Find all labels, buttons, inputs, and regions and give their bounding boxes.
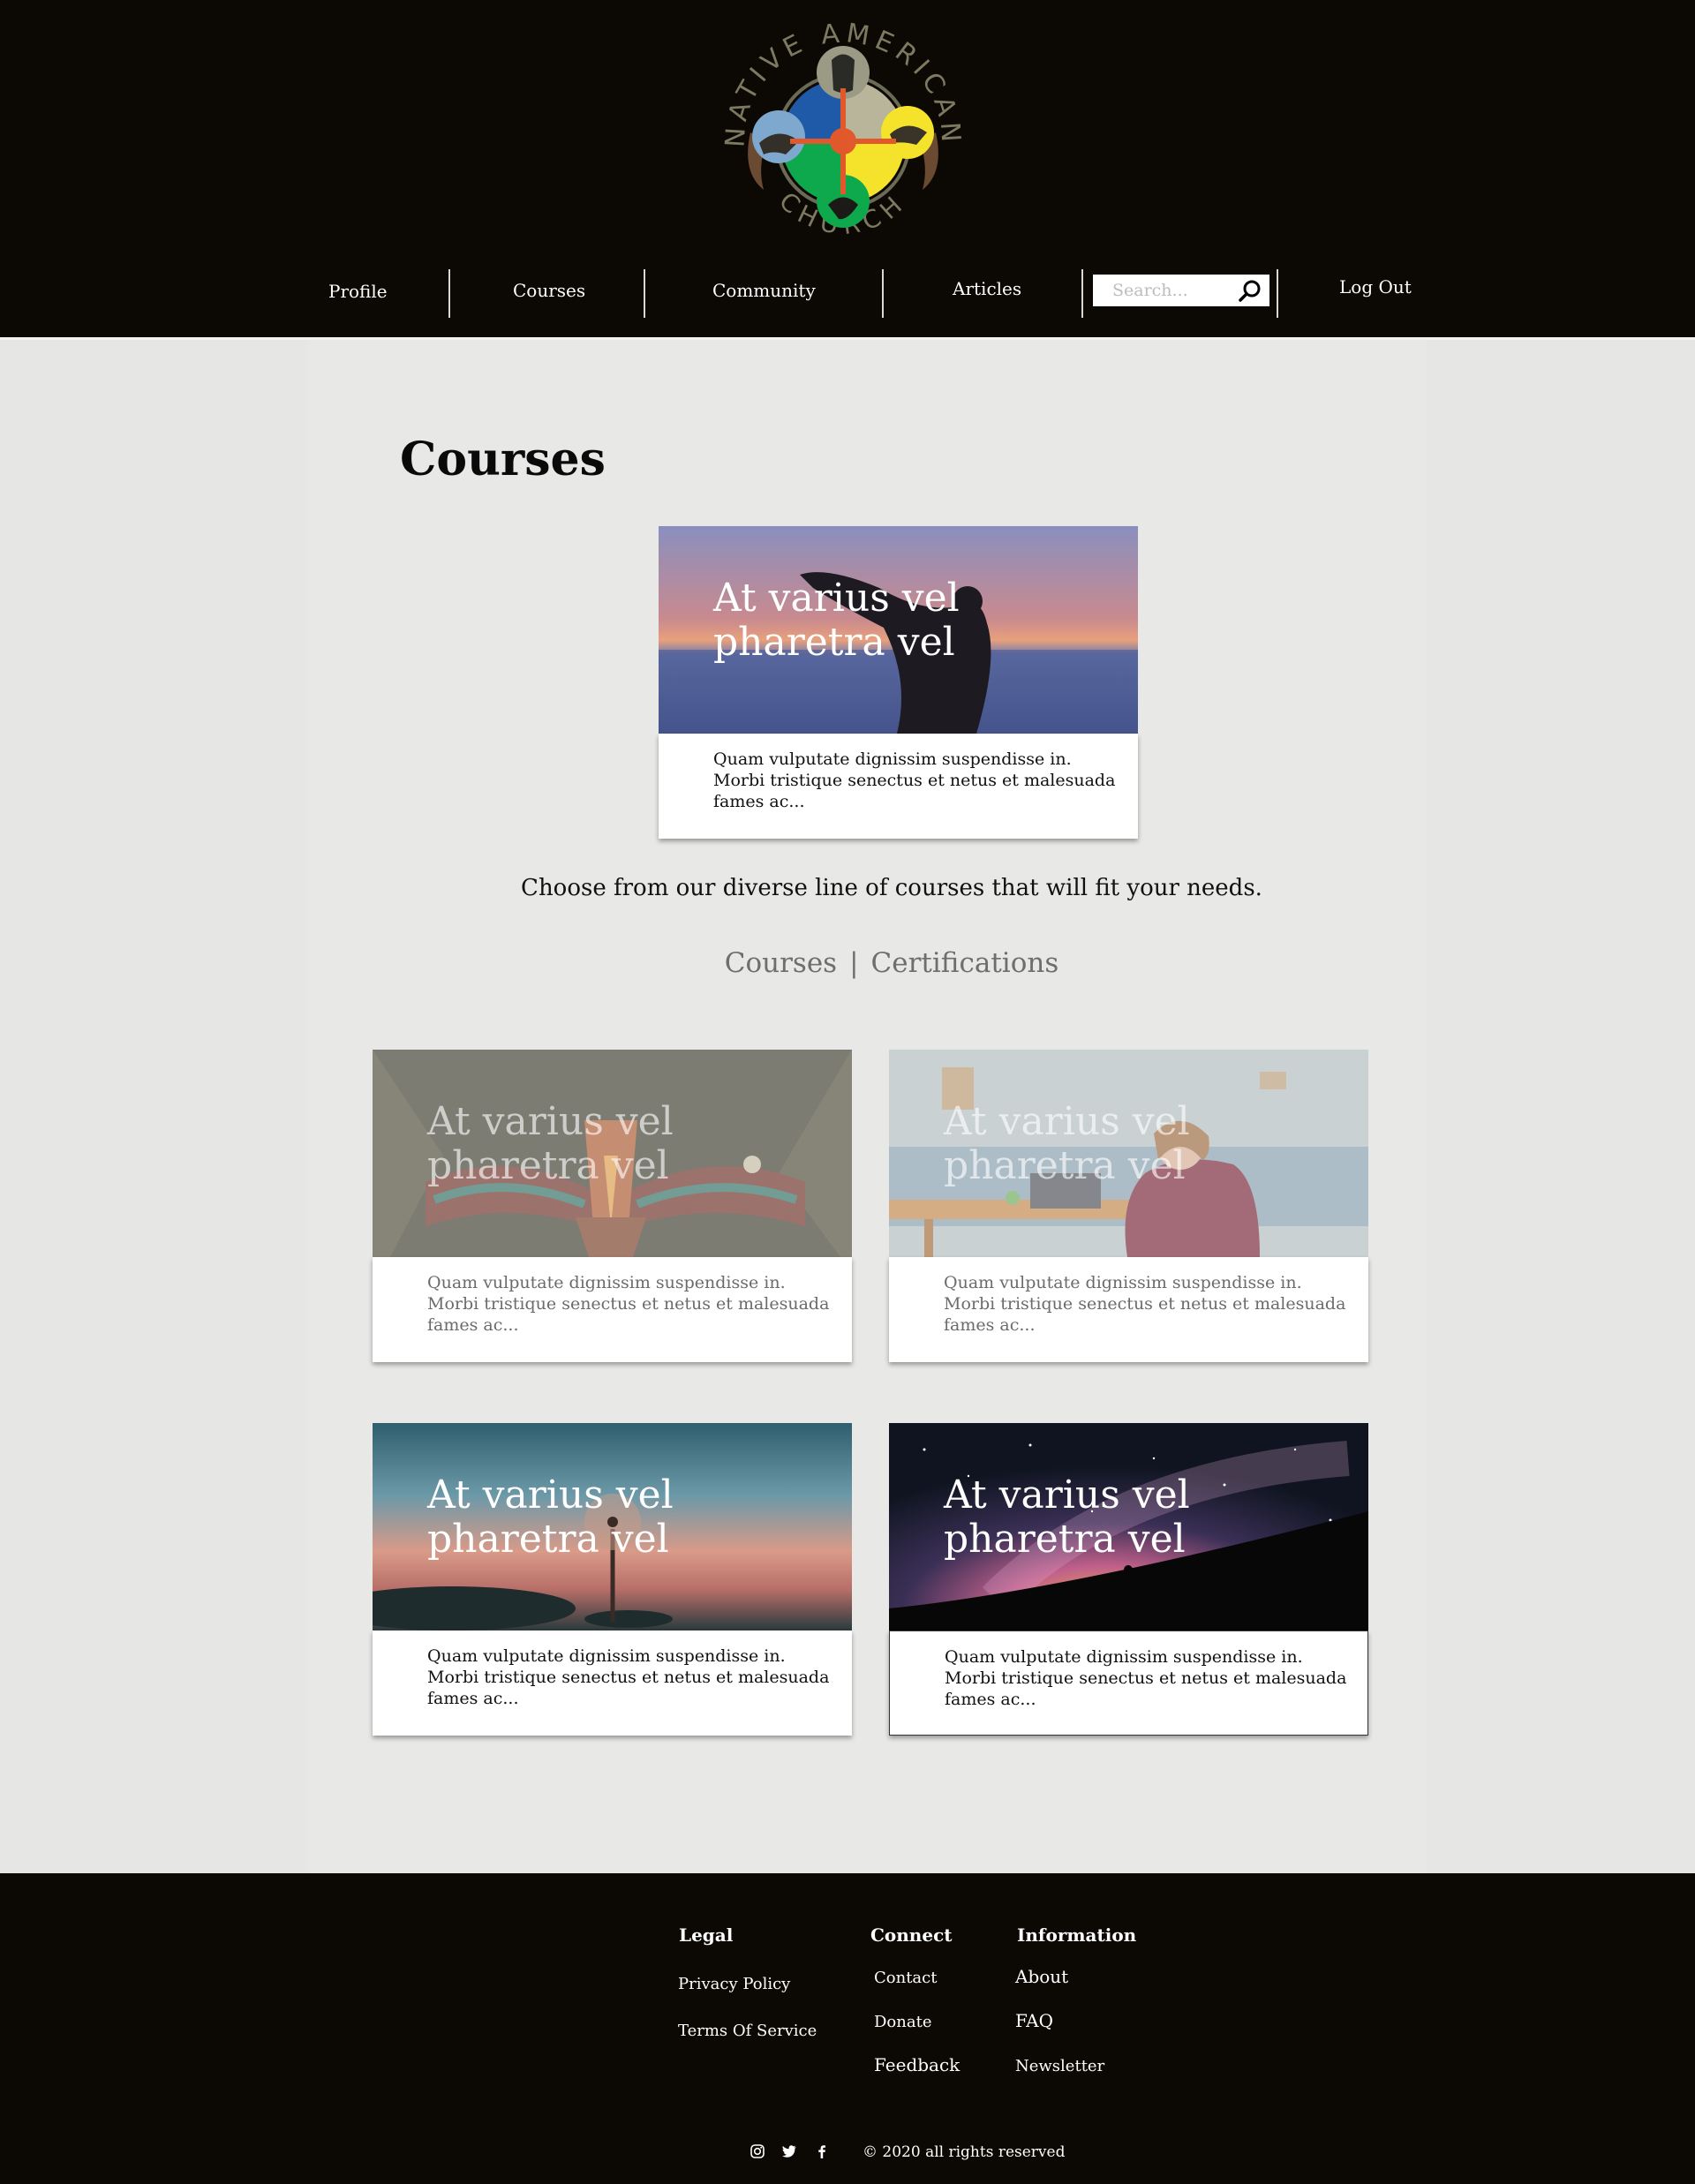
footer-link-about[interactable]: About: [1015, 1966, 1068, 1987]
nav-profile[interactable]: Profile: [328, 281, 388, 302]
nav-community[interactable]: Community: [712, 280, 816, 301]
page-title: Courses: [400, 433, 606, 486]
footer-heading-information: Information: [1017, 1924, 1137, 1946]
featured-course-card[interactable]: At varius vel pharetra vel Quam vulputat…: [659, 526, 1138, 839]
course-card[interactable]: At varius vel pharetra vel Quam vulputat…: [373, 1423, 852, 1736]
nav-courses[interactable]: Courses: [513, 280, 585, 301]
course-card[interactable]: At varius vel pharetra vel Quam vulputat…: [889, 1050, 1368, 1362]
course-tabs: Courses | Certifications: [618, 947, 1165, 979]
nav-articles[interactable]: Articles: [953, 278, 1021, 299]
instagram-icon[interactable]: [750, 2143, 765, 2159]
card-title: At varius vel pharetra vel: [944, 1099, 1190, 1188]
nav-divider: [1081, 269, 1083, 318]
footer-heading-connect: Connect: [870, 1924, 953, 1946]
course-card[interactable]: At varius vel pharetra vel Quam vulputat…: [889, 1423, 1368, 1736]
nav-divider: [1277, 269, 1278, 318]
site-logo[interactable]: NATIVE AMERICAN CHURCH: [715, 9, 971, 256]
footer-link-newsletter[interactable]: Newsletter: [1015, 2057, 1104, 2075]
search-box: [1093, 275, 1269, 306]
card-title: At varius vel pharetra vel: [427, 1472, 674, 1562]
footer-link-terms[interactable]: Terms Of Service: [678, 2022, 817, 2040]
footer-link-contact[interactable]: Contact: [874, 1969, 937, 1987]
nav-logout[interactable]: Log Out: [1339, 276, 1412, 297]
card-body: Quam vulputate dignissim suspendisse in.…: [889, 1630, 1368, 1736]
card-description: Quam vulputate dignissim suspendisse in.…: [713, 749, 1116, 811]
nav-divider: [644, 269, 645, 318]
facebook-icon[interactable]: [814, 2143, 830, 2159]
footer-link-feedback[interactable]: Feedback: [874, 2054, 960, 2075]
search-input[interactable]: [1112, 279, 1236, 302]
card-body: Quam vulputate dignissim suspendisse in.…: [659, 734, 1138, 839]
card-body: Quam vulputate dignissim suspendisse in.…: [373, 1257, 852, 1362]
card-title: At varius vel pharetra vel: [427, 1099, 674, 1188]
footer-heading-legal: Legal: [679, 1924, 734, 1946]
card-description: Quam vulputate dignissim suspendisse in.…: [427, 1646, 830, 1708]
footer-link-donate[interactable]: Donate: [874, 2013, 931, 2031]
copyright-text: © 2020 all rights reserved: [863, 2143, 1066, 2161]
tab-courses[interactable]: Courses: [725, 947, 837, 979]
footer-link-privacy[interactable]: Privacy Policy: [678, 1975, 790, 1993]
card-body: Quam vulputate dignissim suspendisse in.…: [889, 1257, 1368, 1362]
tab-certifications[interactable]: Certifications: [871, 947, 1059, 979]
site-footer: [0, 1873, 1695, 2184]
card-title: At varius vel pharetra vel: [713, 576, 960, 665]
tab-separator: |: [849, 947, 859, 979]
nav-divider: [448, 269, 450, 318]
card-title: At varius vel pharetra vel: [944, 1472, 1190, 1562]
card-description: Quam vulputate dignissim suspendisse in.…: [427, 1273, 830, 1335]
search-icon[interactable]: [1238, 279, 1262, 304]
footer-link-faq[interactable]: FAQ: [1015, 2010, 1053, 2031]
course-card[interactable]: At varius vel pharetra vel Quam vulputat…: [373, 1050, 852, 1362]
courses-intro: Choose from our diverse line of courses …: [521, 875, 1262, 901]
twitter-icon[interactable]: [781, 2143, 797, 2159]
card-description: Quam vulputate dignissim suspendisse in.…: [944, 1273, 1346, 1335]
card-description: Quam vulputate dignissim suspendisse in.…: [945, 1647, 1347, 1709]
nav-divider: [882, 269, 884, 318]
card-body: Quam vulputate dignissim suspendisse in.…: [373, 1630, 852, 1736]
